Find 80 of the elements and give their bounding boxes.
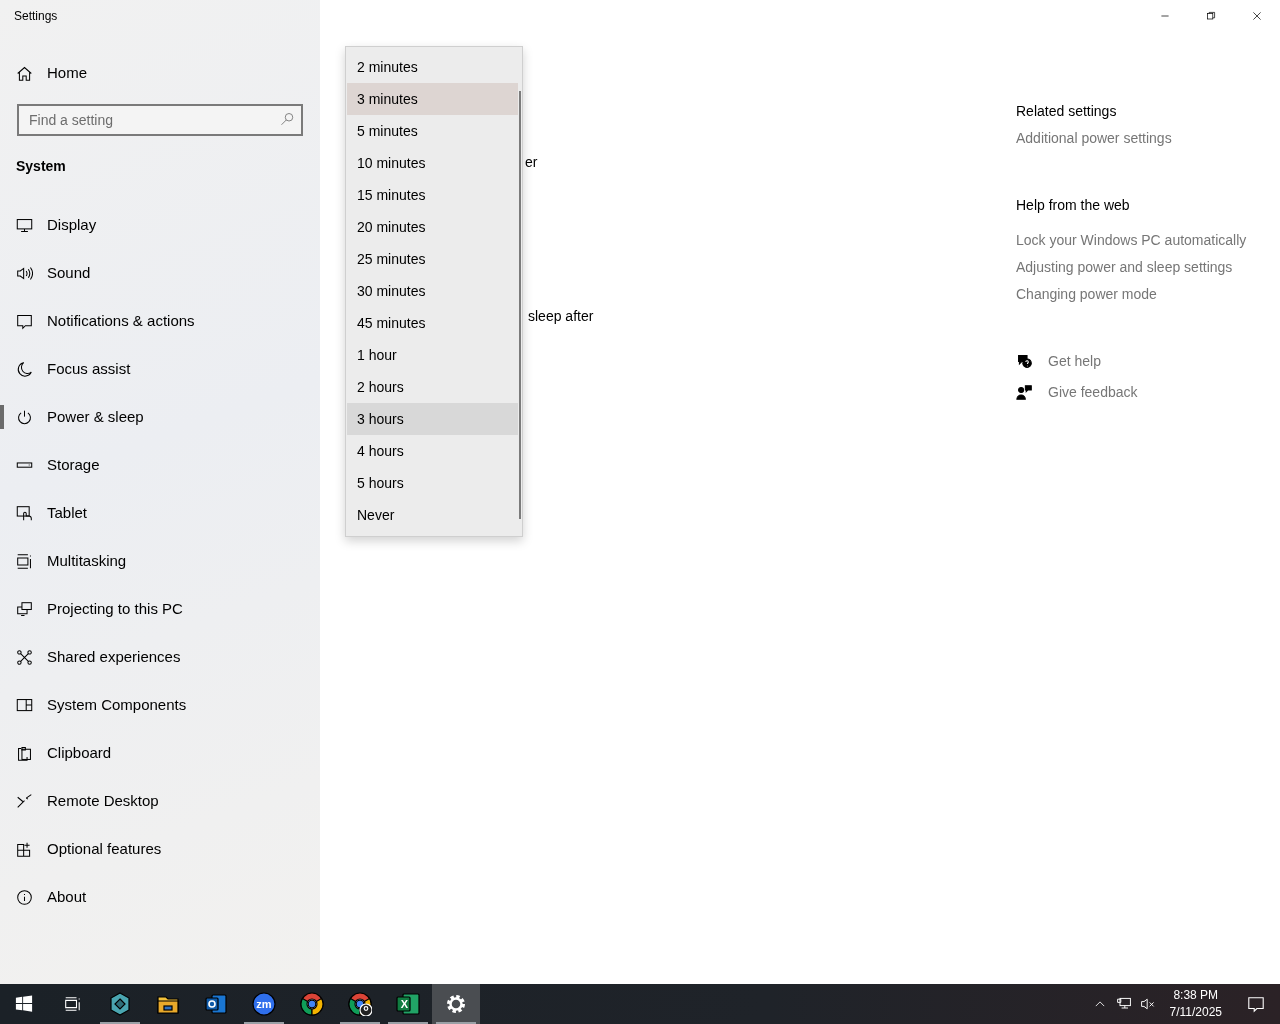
browser-icon [300,992,324,1016]
sidebar-nav-item[interactable]: Display [0,201,320,249]
dropdown-option[interactable]: 2 hours [347,371,518,403]
dropdown-option[interactable]: 30 minutes [347,275,518,307]
sidebar-nav-item[interactable]: Projecting to this PC [0,585,320,633]
setting-label-fragment: er [525,153,538,172]
dropdown-option[interactable]: 5 minutes [347,115,518,147]
remote-arrows-icon [16,792,33,810]
chat-question-icon [1016,352,1033,370]
split-panel-icon [16,696,33,714]
search-icon [280,112,295,127]
sidebar-nav-item[interactable]: Notifications & actions [0,297,320,345]
sidebar-nav-item[interactable]: About [0,873,320,921]
gear-icon [444,992,468,1016]
clock-date: 7/11/2025 [1169,1004,1222,1021]
sidebar-nav-item[interactable]: Tablet [0,489,320,537]
section-heading: System [16,157,67,176]
close-icon [1251,10,1263,22]
sidebar-nav-item[interactable]: Focus assist [0,345,320,393]
dropdown-option[interactable]: 4 hours [347,435,518,467]
person-feedback-icon [1016,383,1033,401]
windows-logo-icon [15,995,33,1013]
sidebar-nav-item[interactable]: Multitasking [0,537,320,585]
dropdown-option[interactable]: 15 minutes [347,179,518,211]
grid-plus-icon [16,840,33,858]
support-link[interactable]: Get help [1016,351,1101,371]
support-link[interactable]: Give feedback [1016,382,1138,402]
help-link[interactable]: Lock your Windows PC automatically [1016,230,1247,250]
dropdown-option[interactable]: 25 minutes [347,243,518,275]
restore-icon [1205,10,1217,22]
setting-label-fragment: sleep after [528,307,594,326]
dropdown-option[interactable]: 2 minutes [347,51,518,83]
taskbar-clock[interactable]: 8:38 PM 7/11/2025 [1159,987,1232,1021]
help-link[interactable]: Changing power mode [1016,284,1157,304]
dropdown-option[interactable]: 20 minutes [347,211,518,243]
video-app-icon: zm [252,992,276,1016]
home-icon [16,64,33,82]
home-nav-item[interactable]: Home [0,49,320,97]
help-link[interactable]: Adjusting power and sleep settings [1016,257,1233,277]
task-view-icon [63,995,81,1013]
power-icon [16,408,33,426]
dropdown-option[interactable]: 3 hours [347,403,518,435]
clock-time: 8:38 PM [1172,987,1220,1004]
projecting-screens-icon [16,600,33,618]
speech-bubble-icon [16,312,33,330]
sidebar-nav-item[interactable]: System Components [0,681,320,729]
help-link[interactable]: Additional power settings [1016,128,1172,148]
taskbar-app-button[interactable]: X [384,984,432,1024]
tablet-hand-icon [16,504,33,522]
info-icon [16,888,33,906]
sidebar-nav-item[interactable]: Optional features [0,825,320,873]
sidebar-nav-item[interactable]: Remote Desktop [0,777,320,825]
dropdown-option[interactable]: 10 minutes [347,147,518,179]
dropdown-option[interactable]: 45 minutes [347,307,518,339]
sidebar-nav-item[interactable]: Sound [0,249,320,297]
section-heading: Related settings [1016,102,1117,121]
sidebar-nav-item[interactable]: Power & sleep [0,393,320,441]
taskbar-app-button[interactable]: zm [240,984,288,1024]
sidebar-nav-item[interactable]: Storage [0,441,320,489]
notification-bubble-icon [1247,995,1265,1013]
dropdown-option[interactable]: 3 minutes [347,83,518,115]
dropdown-option[interactable]: 5 hours [347,467,518,499]
monitor-icon [16,216,33,234]
hexagon-app-icon [108,992,132,1016]
sidebar-nav-item[interactable]: Shared experiences [0,633,320,681]
network-computer-icon [1115,996,1132,1012]
mail-app-icon [204,992,228,1016]
taskbar-app-button[interactable] [432,984,480,1024]
dropdown-option[interactable]: Never [347,499,518,531]
multitasking-icon [16,552,33,570]
section-heading: Help from the web [1016,196,1130,215]
moon-icon [16,360,33,378]
search-field[interactable]: Find a setting [17,104,303,136]
muted-speaker-icon [1139,996,1156,1012]
connected-nodes-icon [16,648,33,666]
browser-profile-icon [348,992,372,1016]
clipboard-icon [16,744,33,762]
sidebar-nav-item[interactable]: Clipboard [0,729,320,777]
window-title: Settings [13,8,59,25]
dropdown-option[interactable]: 1 hour [347,339,518,371]
